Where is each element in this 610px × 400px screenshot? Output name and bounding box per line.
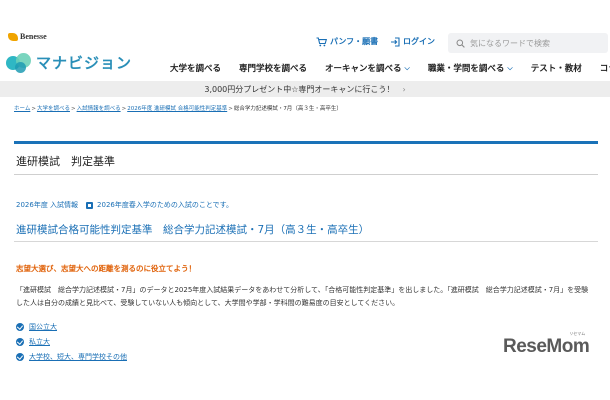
divider [14, 174, 598, 175]
login-link-label: ログイン [403, 37, 435, 46]
site-name: マナビジョン [36, 54, 133, 72]
breadcrumb-exam-info[interactable]: 入試情報を調べる [77, 106, 121, 112]
section-title: 進研模試合格可能性判定基準 総合学力記述模試・7月（高３生・高卒生） [16, 224, 370, 236]
breadcrumb-separator: > [31, 106, 36, 112]
login-icon [391, 36, 400, 47]
breadcrumb-criteria[interactable]: 2026年度 進研模試 合格可能性判定基準 [127, 106, 227, 112]
search-box[interactable] [448, 33, 608, 53]
resemom-watermark: リセマム ReseMom [503, 331, 590, 358]
benesse-logo[interactable]: Benesse [8, 32, 47, 41]
link-other-schools[interactable]: 大学校、短大、専門学校その他 [16, 349, 127, 364]
chevron-down-icon: ⌵ [507, 63, 513, 72]
lead-text: 志望大選び、志望大への距離を測るのに役立てよう！ [16, 264, 196, 273]
login-link[interactable]: ログイン [390, 36, 435, 47]
search-input[interactable] [470, 38, 600, 48]
nav-item-open-campus[interactable]: オーキャンを調べる ⌵ [325, 62, 410, 75]
nav-item-column[interactable]: コラム [600, 62, 610, 74]
breadcrumb: ホーム>大学を調べる>入試情報を調べる>2026年度 進研模試 合格可能性判定基… [14, 104, 342, 112]
chevron-right-icon: › [402, 84, 406, 94]
link-label: 国公立大 [29, 322, 57, 331]
cart-icon [316, 36, 327, 46]
promo-banner[interactable]: 3,000円分プレゼント中☆専門オーキャンに行こう！ › [0, 81, 610, 97]
nav-item-tests-materials[interactable]: テスト・教材 [531, 62, 582, 74]
benesse-mark-icon [8, 32, 18, 41]
page-title: 進研模試 判定基準 [16, 155, 115, 168]
divider [14, 241, 598, 242]
exam-meta: 2026年度 入試情報 2026年度春入学のための入試のことです。 [16, 200, 233, 210]
link-label: 私立大 [29, 337, 50, 346]
search-icon[interactable] [456, 39, 465, 48]
check-circle-icon [16, 322, 24, 331]
description-text: 「進研模試 総合学力記述模試・7月」のデータと2025年度入試結果データをあわせ… [16, 286, 589, 307]
breadcrumb-home[interactable]: ホーム [14, 106, 30, 112]
logo-mark-icon [6, 52, 32, 73]
year-label: 2026年度 入試情報 [16, 201, 79, 209]
link-label: 大学校、短大、専門学校その他 [29, 352, 127, 361]
breadcrumb-separator: > [70, 106, 76, 112]
nav-item-universities[interactable]: 大学を調べる [170, 62, 221, 74]
check-circle-icon [16, 352, 24, 361]
breadcrumb-current: 総合学力記述模試・7月（高３生・高卒生） [233, 106, 342, 112]
watermark-ruby: リセマム [569, 331, 586, 336]
chevron-down-icon: ⌵ [404, 63, 410, 72]
breadcrumb-universities[interactable]: 大学を調べる [37, 106, 70, 112]
info-icon [86, 201, 94, 209]
pamphlet-link-label: パンフ・願書 [330, 37, 379, 46]
title-rule [14, 141, 598, 144]
category-links: 国公立大 私立大 大学校、短大、専門学校その他 [16, 319, 127, 364]
breadcrumb-separator: > [228, 106, 233, 112]
check-circle-icon [16, 337, 24, 346]
manabi-vision-logo[interactable]: マナビジョン [6, 52, 132, 73]
benesse-logo-text: Benesse [20, 32, 47, 41]
year-note-text: 2026年度春入学のための入試のことです。 [97, 201, 233, 209]
site-header: Benesse マナビジョン パンフ・願書 ログイン 大学を調べる 専門学校を調… [0, 0, 610, 80]
year-note: 2026年度春入学のための入試のことです。 [86, 200, 233, 210]
global-nav: 大学を調べる 専門学校を調べる オーキャンを調べる ⌵ 職業・学問を調べる ⌵ テス… [170, 62, 610, 75]
link-national-public[interactable]: 国公立大 [16, 319, 127, 334]
promo-banner-text: 3,000円分プレゼント中☆専門オーキャンに行こう！ [204, 84, 395, 94]
link-private[interactable]: 私立大 [16, 334, 127, 349]
nav-item-vocational-schools[interactable]: 専門学校を調べる [239, 62, 307, 74]
pamphlet-link[interactable]: パンフ・願書 [316, 36, 378, 47]
nav-item-careers-studies[interactable]: 職業・学問を調べる ⌵ [428, 62, 513, 75]
watermark-text: ReseMom [503, 336, 590, 357]
breadcrumb-separator: > [121, 106, 127, 112]
